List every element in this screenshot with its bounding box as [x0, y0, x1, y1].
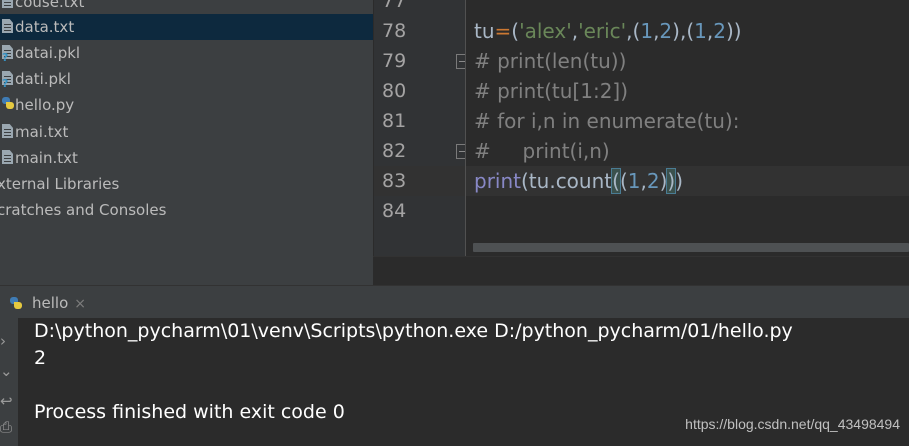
tree-item-label: mai.txt: [15, 123, 69, 141]
tree-item-hello-py[interactable]: hello.py: [0, 92, 373, 118]
tree-item-label: dati.pkl: [15, 70, 71, 88]
line-number: 79: [382, 50, 407, 72]
line-number: 77: [382, 0, 407, 12]
run-side-toolbar: › ⌄ ↩ ⎙: [0, 318, 18, 446]
text-file-icon: [2, 19, 13, 34]
text-file-icon: [2, 124, 13, 139]
run-toolwindow-header: hello ×: [0, 285, 909, 319]
code-token: 2: [659, 19, 673, 43]
code-token: 1: [627, 169, 641, 193]
code-token: print: [474, 169, 521, 193]
editor-footer: [373, 256, 909, 286]
code-token: )): [725, 19, 742, 43]
line-number: 82: [382, 140, 407, 162]
horizontal-scrollbar[interactable]: [473, 243, 909, 252]
scroll-up-icon[interactable]: ›: [0, 332, 6, 350]
text-file-icon: [2, 0, 13, 9]
console-command-line: D:\python_pycharm\01\venv\Scripts\python…: [34, 320, 793, 342]
tree-item-label: cratches and Consoles: [0, 201, 167, 219]
code-token: ),(: [672, 19, 695, 43]
project-tree: couse.txt data.txt ? datai.pkl ? dati.pk…: [0, 0, 373, 285]
line-number: 81: [382, 110, 407, 132]
code-line-80: # print(tu[1:2]): [474, 79, 629, 103]
tree-item-label: datai.pkl: [15, 44, 81, 62]
soft-wrap-icon[interactable]: ↩: [0, 392, 13, 410]
tree-item-label: main.txt: [15, 149, 78, 167]
run-tab-hello[interactable]: hello ×: [10, 288, 86, 318]
code-token: 2: [713, 19, 726, 43]
code-token: ,(: [626, 19, 641, 43]
code-token: count: [555, 169, 613, 193]
run-tab-label: hello: [32, 294, 69, 312]
print-icon[interactable]: ⎙: [0, 418, 12, 436]
code-token: tu: [474, 19, 495, 43]
console-exit-message: Process finished with exit code 0: [34, 401, 345, 423]
code-token: 2: [646, 169, 660, 193]
tree-item-data-txt[interactable]: data.txt: [0, 14, 373, 40]
code-token: 'eric': [578, 19, 627, 43]
tree-item-label: data.txt: [15, 18, 75, 36]
python-run-icon: [10, 297, 22, 309]
code-token: (: [619, 169, 628, 193]
code-line-79: # print(len(tu)): [474, 49, 627, 73]
code-token: =: [494, 19, 512, 43]
code-line-81: # for i,n in enumerate(tu):: [474, 109, 740, 133]
scroll-down-icon[interactable]: ⌄: [0, 362, 13, 380]
python-file-icon: [2, 97, 14, 112]
close-icon[interactable]: ×: [74, 296, 86, 312]
line-number: 78: [382, 20, 407, 42]
tree-item-external-libraries[interactable]: xternal Libraries: [0, 171, 373, 197]
code-line-83: print(tu.count((1,2))): [466, 166, 909, 196]
tree-item-label: hello.py: [15, 96, 75, 114]
tree-item-label: xternal Libraries: [0, 175, 120, 193]
matched-bracket: (: [611, 168, 621, 194]
code-token: 1: [694, 19, 707, 43]
tree-item-main-txt[interactable]: main.txt: [0, 145, 373, 171]
unknown-file-icon: ?: [2, 71, 13, 89]
line-number: 80: [382, 80, 407, 102]
code-line-78: tu=('alex','eric',(1,2),(1,2)): [466, 16, 909, 46]
code-token: 'alex': [519, 19, 572, 43]
line-number: 84: [382, 200, 407, 222]
code-token: ): [675, 169, 684, 193]
tree-item-scratches-and-consoles[interactable]: cratches and Consoles: [0, 197, 373, 223]
tree-item-label: couse.txt: [15, 0, 85, 11]
unknown-file-icon: ?: [2, 45, 13, 63]
code-token: 1: [640, 19, 654, 43]
text-file-icon: [2, 150, 13, 165]
line-number-current: 83: [382, 170, 407, 192]
watermark-text: https://blog.csdn.net/qq_43498494: [685, 416, 900, 432]
tree-item-datai-pkl[interactable]: ? datai.pkl: [0, 40, 373, 66]
code-token: (tu.: [521, 169, 556, 193]
console-output-line: 2: [34, 347, 47, 369]
code-editor[interactable]: tu=('alex','eric',(1,2),(1,2)) # print(l…: [465, 0, 909, 256]
tree-item-mai-txt[interactable]: mai.txt: [0, 119, 373, 145]
editor-gutter: 77 78 79 80 81 82 83 84: [373, 0, 469, 256]
code-token: (: [511, 19, 520, 43]
tree-item-dati-pkl[interactable]: ? dati.pkl: [0, 66, 373, 92]
code-line-82: # print(i,n): [474, 139, 610, 163]
tree-item-couse-txt[interactable]: couse.txt: [0, 0, 373, 15]
